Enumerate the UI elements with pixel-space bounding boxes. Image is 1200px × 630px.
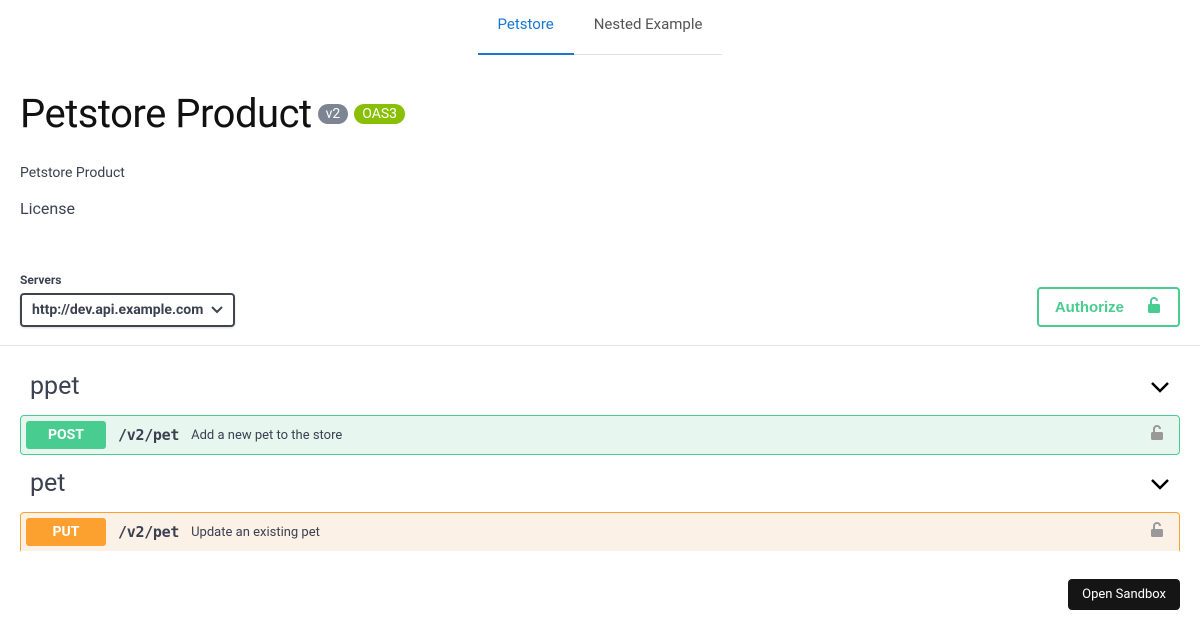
tab-nested-example[interactable]: Nested Example <box>574 15 723 55</box>
api-description: Petstore Product <box>20 165 1180 181</box>
lock-icon[interactable] <box>1150 522 1174 542</box>
operation-summary: Update an existing pet <box>191 525 1150 540</box>
chevron-down-icon <box>1150 478 1170 490</box>
tab-petstore[interactable]: Petstore <box>478 15 574 55</box>
operation-row[interactable]: PUT /v2/pet Update an existing pet <box>20 512 1180 551</box>
version-badge: v2 <box>318 104 349 124</box>
lock-icon[interactable] <box>1150 425 1174 445</box>
chevron-down-icon <box>1150 381 1170 393</box>
api-header: Petstore Product v2 OAS3 Petstore Produc… <box>0 55 1200 218</box>
authorize-button[interactable]: Authorize <box>1037 287 1180 327</box>
servers-block: Servers http://dev.api.example.com <box>20 273 235 327</box>
tag-section-pet: pet PUT /v2/pet Update an existing pet <box>0 455 1200 551</box>
operation-path: /v2/pet <box>106 523 191 541</box>
chevron-down-icon <box>211 306 223 314</box>
method-badge-put: PUT <box>26 518 106 546</box>
lock-open-icon <box>1146 296 1162 318</box>
tag-section-ppet: ppet POST /v2/pet Add a new pet to the s… <box>0 346 1200 455</box>
tag-name: pet <box>30 469 65 498</box>
oas-badge: OAS3 <box>354 104 405 124</box>
tag-header-ppet[interactable]: ppet <box>20 362 1180 415</box>
operation-row[interactable]: POST /v2/pet Add a new pet to the store <box>20 415 1180 455</box>
authorize-label: Authorize <box>1055 299 1124 316</box>
servers-label: Servers <box>20 273 235 287</box>
operation-summary: Add a new pet to the store <box>191 428 1150 443</box>
license-link[interactable]: License <box>20 199 1180 218</box>
open-sandbox-button[interactable]: Open Sandbox <box>1068 579 1180 610</box>
page-title: Petstore Product <box>20 90 312 137</box>
tabs: Petstore Nested Example <box>0 0 1200 55</box>
operation-path: /v2/pet <box>106 426 191 444</box>
server-selected-value: http://dev.api.example.com <box>32 302 203 318</box>
server-select[interactable]: http://dev.api.example.com <box>20 293 235 327</box>
method-badge-post: POST <box>26 421 106 449</box>
tag-name: ppet <box>30 372 80 401</box>
tag-header-pet[interactable]: pet <box>20 459 1180 512</box>
